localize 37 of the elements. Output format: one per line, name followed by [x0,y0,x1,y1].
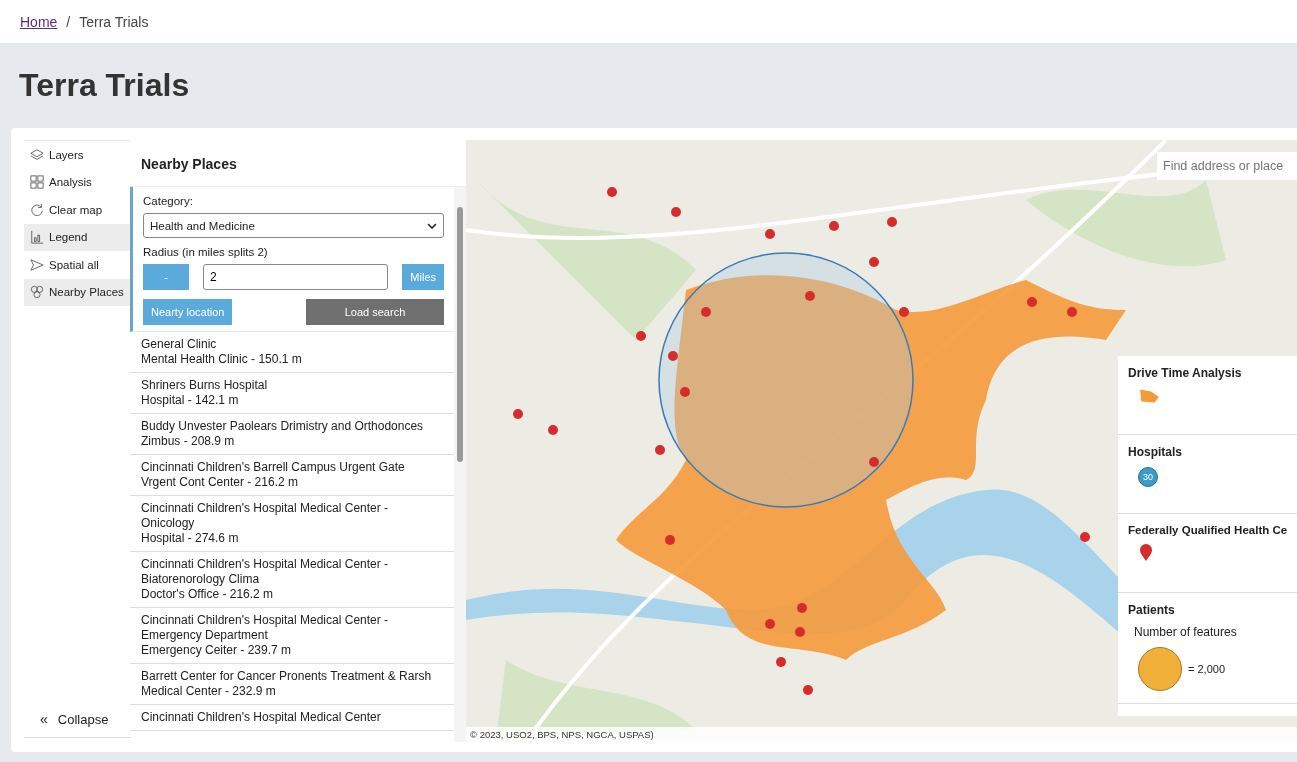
radius-label: Radius (in miles splits 2) [143,246,269,258]
layers-icon [30,147,44,162]
legend-value: = 2,000 [1188,663,1225,675]
radius-field[interactable]: 2 [203,264,389,290]
legend-subtitle: Number of features [1134,625,1238,639]
caret-icon [427,222,437,229]
area-swatch-icon [1138,388,1160,404]
sidebar-item[interactable]: Nearby Places [24,278,130,306]
legend-title: Drive Time Analysis [1128,366,1243,380]
scrollbar[interactable] [454,187,466,742]
map-attribution: © 2023, USO2, BPS, NPS, NGCA, USPAS) [466,727,1297,742]
sidebar-item[interactable]: Layers [24,141,130,169]
pin-icon [1140,544,1152,562]
load-search-button[interactable]: Load search [306,299,444,325]
result-item[interactable]: Cincinnati Children's Hospital Medical Center [130,705,454,731]
legend-title: Federally Qualified Health Ce [1128,524,1289,536]
search-field[interactable]: Find address or place [1157,152,1297,180]
cluster-badge: 30 [1138,467,1158,487]
breadcrumb-link[interactable]: Home [20,13,58,30]
refresh-icon [30,202,44,217]
sidebar-item[interactable]: Legend [24,223,130,251]
page-title: Terra Trials [19,67,190,104]
collapse-button[interactable]: « Collapse [24,711,130,738]
legend-title: Patients [1128,603,1176,617]
breadcrumb-current: Terra Trials [79,13,149,30]
category-label: Category: [143,195,194,207]
legend-title: Hospitals [1128,445,1183,459]
bubble-symbol [1138,647,1182,691]
sidebar-item[interactable]: Analysis [24,168,130,196]
send-icon [30,257,44,272]
sidebar-item[interactable]: Spatial all [24,251,130,279]
sidebar-item[interactable]: Clear map [24,196,130,224]
category-dropdown[interactable]: Health and Medicine [143,213,444,238]
places-icon [30,285,44,300]
breadcrumb-separator: / [66,13,71,30]
legend-icon [30,230,44,245]
grid-icon [30,175,44,190]
